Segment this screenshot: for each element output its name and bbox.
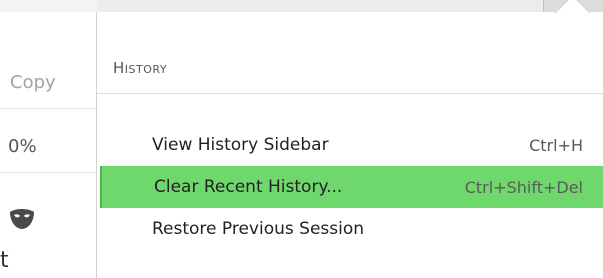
history-menu: History View History Sidebar Ctrl+H Clea… bbox=[97, 0, 603, 278]
underlying-menu-panel: Copy 0% t bbox=[0, 12, 97, 278]
copy-button-label[interactable]: Copy bbox=[10, 72, 56, 93]
top-toolbar bbox=[0, 0, 603, 13]
divider bbox=[0, 172, 96, 173]
menu-item-restore-previous-session[interactable]: Restore Previous Session bbox=[100, 208, 603, 250]
menu-item-clear-recent-history[interactable]: Clear Recent History... Ctrl+Shift+Del bbox=[100, 166, 603, 208]
menu-item-view-history-sidebar[interactable]: View History Sidebar Ctrl+H bbox=[100, 124, 603, 166]
menu-item-shortcut: Ctrl+Shift+Del bbox=[464, 177, 583, 197]
menu-item-label: Clear Recent History... bbox=[154, 177, 343, 197]
menu-item-label: View History Sidebar bbox=[152, 135, 329, 155]
zoom-level: 0% bbox=[8, 136, 37, 157]
divider bbox=[0, 108, 96, 109]
menu-item-shortcut: Ctrl+H bbox=[529, 135, 583, 155]
menu-item-label: Restore Previous Session bbox=[152, 219, 365, 239]
private-mask-icon[interactable] bbox=[8, 208, 36, 234]
menu-header: History bbox=[97, 42, 603, 94]
truncated-text: t bbox=[0, 248, 9, 273]
